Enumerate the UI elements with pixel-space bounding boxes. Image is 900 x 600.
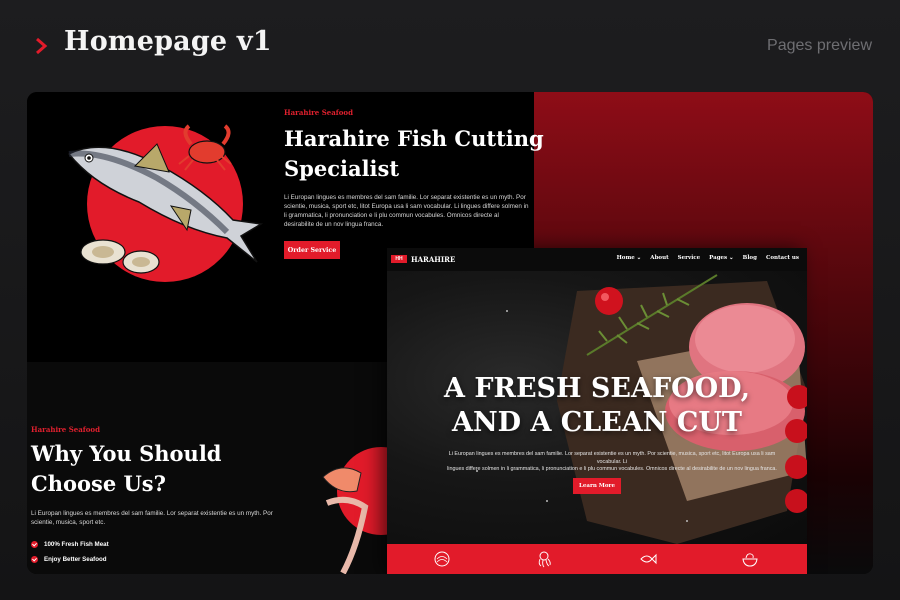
- order-service-button[interactable]: Order Service: [284, 241, 340, 259]
- chevron-right-icon[interactable]: [34, 36, 48, 56]
- why-heading-line-1: Why You Should: [31, 441, 222, 466]
- site-nav: HH HARAHIRE Home ⌄ About Service Pages ⌄…: [387, 248, 807, 271]
- site-hero-line-2: AND A CLEAN CUT: [452, 407, 742, 438]
- hero-body-line-1: Li Europan lingues es membres del sam fa…: [284, 194, 526, 201]
- site-preview-card: HH HARAHIRE Home ⌄ About Service Pages ⌄…: [387, 248, 807, 574]
- page-title: Homepage v1: [64, 26, 272, 57]
- hero-heading-line-1: Harahire Fish Cutting: [284, 126, 544, 151]
- why-checklist: 100% Fresh Fish Meat Enjoy Better Seafoo…: [31, 540, 109, 570]
- hero-body-line-2: scientie, musica, sport etc, litot Europ…: [284, 203, 529, 210]
- hero-body-line-4: desirabilite de un nov lingua franca.: [284, 221, 384, 228]
- hero-body-line-3: li grammatica, li pronunciation e li plu…: [284, 212, 499, 219]
- hero-body: Li Europan lingues es membres del sam fa…: [284, 193, 534, 229]
- site-hero-desc: Li Europan lingues es membres del sam fa…: [447, 451, 777, 474]
- menu-item-blog[interactable]: Blog: [743, 255, 757, 261]
- site-menu: Home ⌄ About Service Pages ⌄ Blog Contac…: [617, 255, 799, 261]
- why-body-line-2: scientie, musica, sport etc.: [31, 519, 106, 526]
- site-hero-desc-line-1: Li Europan lingues es membres del sam fa…: [448, 451, 776, 465]
- menu-item-contact[interactable]: Contact us: [766, 255, 799, 261]
- fish-icon: [640, 553, 657, 565]
- why-body-line-1: Li Europan lingues es membres del sam fa…: [31, 510, 273, 517]
- hero-heading-line-2: Specialist: [284, 156, 400, 181]
- why-heading-line-2: Choose Us?: [31, 471, 166, 496]
- why-body: Li Europan lingues es membres del sam fa…: [31, 509, 311, 527]
- fish-scale-icon: [434, 551, 450, 567]
- site-brand[interactable]: HARAHIRE: [411, 255, 455, 264]
- octopus-icon: [538, 551, 551, 568]
- hero-eyebrow: Harahire Seafood: [284, 108, 353, 117]
- feature-icon-strip: [387, 544, 807, 574]
- site-hero-desc-line-2: lingues differe solmen in li grammatica,…: [447, 466, 777, 472]
- menu-item-service[interactable]: Service: [678, 255, 701, 261]
- learn-more-button[interactable]: Learn More: [573, 478, 621, 494]
- hero-heading: Harahire Fish Cutting Specialist: [284, 124, 544, 184]
- check-item: Enjoy Better Seafood: [31, 555, 109, 564]
- preview-canvas: Harahire Seafood Harahire Fish Cutting S…: [27, 92, 873, 574]
- menu-item-home[interactable]: Home ⌄: [617, 255, 642, 261]
- why-eyebrow: Harahire Seafood: [31, 425, 100, 434]
- checkmark-icon: [31, 556, 38, 563]
- checkmark-icon: [31, 541, 38, 548]
- check-item: 100% Fresh Fish Meat: [31, 540, 109, 549]
- check-item-label: 100% Fresh Fish Meat: [44, 541, 109, 548]
- check-item-label: Enjoy Better Seafood: [44, 556, 107, 563]
- menu-item-about[interactable]: About: [650, 255, 668, 261]
- shrimp-bowl-icon: [742, 553, 758, 567]
- site-logo[interactable]: HH: [391, 255, 407, 263]
- pages-preview-link[interactable]: Pages preview: [767, 37, 872, 55]
- top-bar: Homepage v1 Pages preview: [0, 0, 900, 90]
- menu-item-pages[interactable]: Pages ⌄: [709, 255, 734, 261]
- why-heading: Why You Should Choose Us?: [31, 439, 222, 499]
- site-hero-line-1: A FRESH SEAFOOD,: [443, 373, 751, 404]
- seafood-illustration: [322, 447, 387, 574]
- fish-illustration: [67, 124, 264, 282]
